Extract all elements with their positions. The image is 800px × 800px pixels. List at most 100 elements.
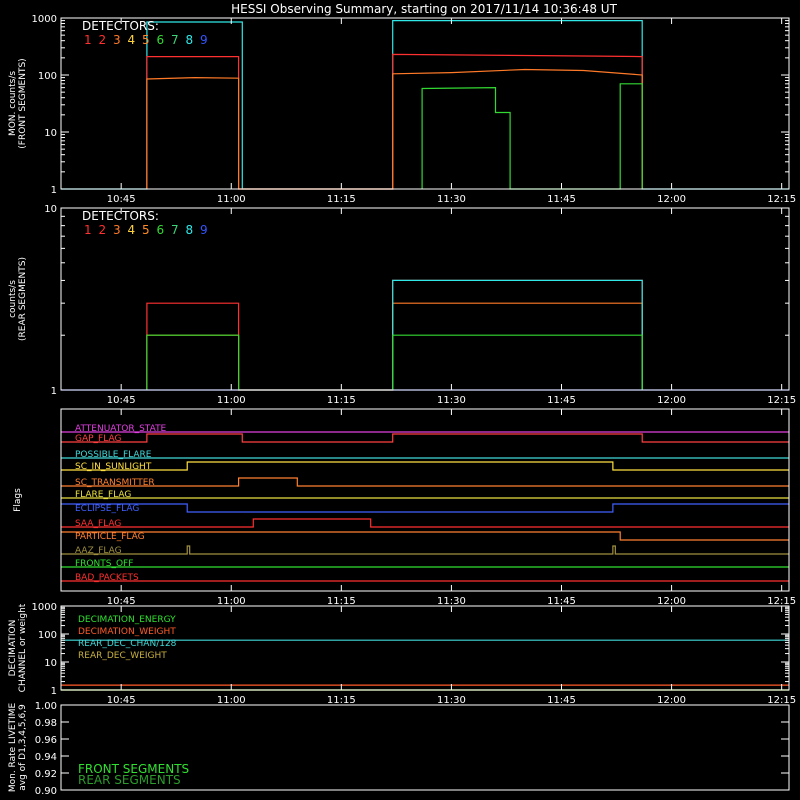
front-series-line bbox=[146, 68, 643, 190]
front-series-line bbox=[421, 83, 643, 190]
front-series-line bbox=[146, 53, 643, 190]
front-legend-detector: 5 bbox=[142, 33, 150, 47]
livetime-ytick-label: 0.96 bbox=[35, 735, 57, 746]
decimation-xtick-label: 10:45 bbox=[107, 695, 136, 706]
flag-label: ATTENUATOR_STATE bbox=[75, 424, 167, 434]
livetime-ytick-label: 0.94 bbox=[35, 752, 57, 763]
rear-legend-detector: 4 bbox=[128, 223, 136, 237]
rear-ylabel: counts/s bbox=[8, 280, 18, 318]
front-xtick-label: 12:15 bbox=[767, 194, 796, 205]
decimation-legend-entry: REAR_DEC_CHAN/128 bbox=[78, 639, 177, 649]
flag-label: ECLIPSE_FLAG bbox=[75, 504, 139, 514]
flag-label: AAZ_FLAG bbox=[75, 546, 122, 556]
livetime-ylabel: Mon. Rate LIVETIME bbox=[8, 703, 18, 793]
flag-label: SC_TRANSMITTER bbox=[75, 478, 155, 488]
flag-line bbox=[61, 433, 789, 443]
decimation-ylabel: DECIMATION bbox=[8, 620, 18, 677]
front-ytick-label: 1000 bbox=[32, 14, 57, 25]
flag-line bbox=[61, 531, 789, 541]
flags-plot-frame bbox=[60, 408, 790, 592]
flags-xtick-label: 11:45 bbox=[547, 596, 576, 607]
front-legend-detector: 6 bbox=[157, 33, 165, 47]
decimation-xtick-label: 11:45 bbox=[547, 695, 576, 706]
decimation-legend-entry: REAR_DEC_WEIGHT bbox=[78, 651, 167, 661]
decimation-ytick-label: 10 bbox=[44, 658, 57, 669]
rear-legend-detector: 8 bbox=[186, 223, 194, 237]
front-xtick-label: 11:30 bbox=[437, 194, 466, 205]
rear-legend-detector: 9 bbox=[200, 223, 208, 237]
front-legend-detector: 2 bbox=[99, 33, 107, 47]
rear-legend-detector: 3 bbox=[113, 223, 121, 237]
flags-xtick-label: 10:45 bbox=[107, 596, 136, 607]
rear-xtick-label: 11:15 bbox=[327, 395, 356, 406]
flag-line bbox=[61, 477, 789, 487]
decimation-xtick-label: 11:30 bbox=[437, 695, 466, 706]
flag-line bbox=[61, 545, 789, 555]
rear-series-line bbox=[146, 334, 643, 391]
decimation-xtick-label: 11:15 bbox=[327, 695, 356, 706]
flags-xtick-label: 12:00 bbox=[657, 596, 686, 607]
livetime-ytick-label: 0.90 bbox=[35, 786, 57, 797]
rear-legend-detector: 1 bbox=[84, 223, 92, 237]
front-legend-detector: 4 bbox=[128, 33, 136, 47]
chart-title: HESSI Observing Summary, starting on 201… bbox=[231, 2, 617, 16]
livetime-ytick-label: 1.00 bbox=[35, 701, 57, 712]
flag-line bbox=[61, 518, 789, 528]
rear-ytick-label: 10 bbox=[44, 204, 57, 215]
flag-label: POSSIBLE_FLARE bbox=[75, 450, 152, 460]
rear-ytick-label: 1 bbox=[51, 386, 57, 397]
decimation-legend-entry: DECIMATION_ENERGY bbox=[78, 615, 176, 625]
rear-legend-detector: 2 bbox=[99, 223, 107, 237]
flags-ylabel: Flags bbox=[13, 488, 23, 512]
rear-xtick-label: 12:15 bbox=[767, 395, 796, 406]
front-xtick-label: 12:00 bbox=[657, 194, 686, 205]
front-legend-detector: 8 bbox=[186, 33, 194, 47]
front-legend-title: DETECTORS: bbox=[82, 19, 159, 33]
hessi-summary-chart: HESSI Observing Summary, starting on 201… bbox=[8, 2, 796, 797]
front-ytick-label: 1 bbox=[51, 185, 57, 196]
flags-xtick-label: 12:15 bbox=[767, 596, 796, 607]
decimation-xtick-label: 11:00 bbox=[217, 695, 246, 706]
front-ytick-label: 100 bbox=[38, 71, 57, 82]
decimation-ytick-label: 100 bbox=[38, 630, 57, 641]
rear-xtick-label: 11:45 bbox=[547, 395, 576, 406]
flag-label: SAA_FLAG bbox=[75, 519, 121, 529]
flag-line bbox=[61, 503, 789, 513]
front-legend-detector: 9 bbox=[200, 33, 208, 47]
front-legend-detector: 1 bbox=[84, 33, 92, 47]
decimation-xtick-label: 12:15 bbox=[767, 695, 796, 706]
flag-label: SC_IN_SUNLIGHT bbox=[75, 462, 152, 472]
livetime-ytick-label: 0.98 bbox=[35, 718, 57, 729]
livetime-legend-entry: REAR SEGMENTS bbox=[78, 773, 181, 787]
flags-xtick-label: 11:15 bbox=[327, 596, 356, 607]
front-ylabel: MON. counts/s bbox=[8, 71, 18, 136]
decimation-ytick-label: 1000 bbox=[32, 602, 57, 613]
front-xtick-label: 11:45 bbox=[547, 194, 576, 205]
rear-xtick-label: 11:00 bbox=[217, 395, 246, 406]
front-xtick-label: 11:15 bbox=[327, 194, 356, 205]
front-ylabel: (FRONT SEGMENTS) bbox=[18, 58, 28, 148]
rear-legend-detector: 6 bbox=[157, 223, 165, 237]
rear-xtick-label: 10:45 bbox=[107, 395, 136, 406]
flag-line bbox=[61, 461, 789, 471]
livetime-ytick-label: 0.92 bbox=[35, 769, 57, 780]
rear-xtick-label: 11:30 bbox=[437, 395, 466, 406]
front-legend-detector: 7 bbox=[171, 33, 179, 47]
front-xtick-label: 11:00 bbox=[217, 194, 246, 205]
decimation-ylabel: CHANNEL or weight bbox=[18, 603, 28, 692]
flag-label: FRONTS_OFF bbox=[75, 559, 133, 569]
rear-series-line bbox=[146, 302, 643, 391]
front-legend-detector: 3 bbox=[113, 33, 121, 47]
flags-xtick-label: 11:30 bbox=[437, 596, 466, 607]
flags-xtick-label: 11:00 bbox=[217, 596, 246, 607]
flag-label: FLARE_FLAG bbox=[75, 490, 131, 500]
rear-xtick-label: 12:00 bbox=[657, 395, 686, 406]
decimation-xtick-label: 12:00 bbox=[657, 695, 686, 706]
flag-label: GAP_FLAG bbox=[75, 434, 121, 444]
rear-ylabel: (REAR SEGMENTS) bbox=[18, 257, 28, 341]
livetime-ylabel: avg of D1,3,4,5,6,9 bbox=[18, 704, 28, 791]
flag-label: BAD_PACKETS bbox=[75, 573, 139, 583]
front-xtick-label: 10:45 bbox=[107, 194, 136, 205]
rear-legend-title: DETECTORS: bbox=[82, 209, 159, 223]
decimation-legend-entry: DECIMATION_WEIGHT bbox=[78, 627, 176, 637]
